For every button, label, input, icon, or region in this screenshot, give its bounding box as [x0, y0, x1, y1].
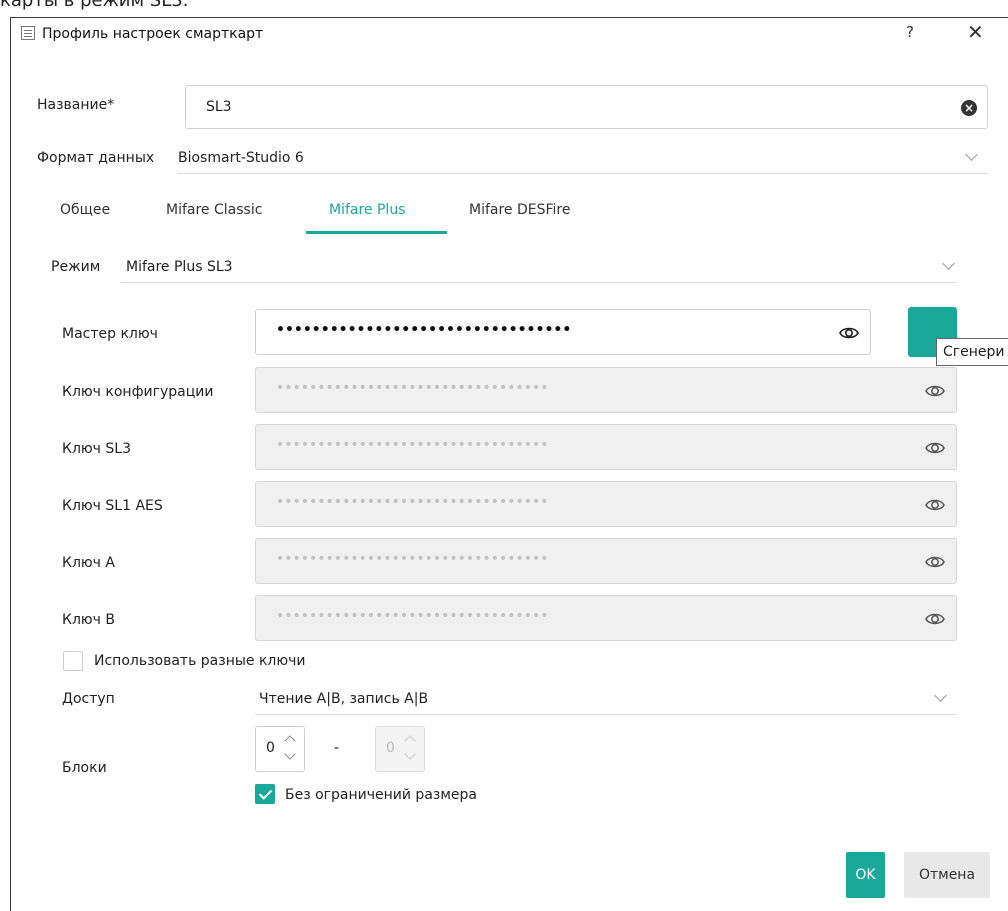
key-value: •••••••••••••••••••••••••••••••••: [276, 322, 572, 338]
eye-icon[interactable]: [924, 437, 946, 459]
sl3-key-field[interactable]: •••••••••••••••••••••••••••••••••: [255, 424, 957, 470]
chevron-down-icon[interactable]: [284, 748, 296, 760]
key-value: •••••••••••••••••••••••••••••••••: [276, 380, 549, 396]
ok-button[interactable]: OK: [846, 852, 885, 898]
clear-icon[interactable]: ×: [961, 100, 977, 116]
tab-general[interactable]: Общее: [60, 202, 110, 218]
use-different-keys-label: Использовать разные ключи: [94, 653, 306, 669]
key-a-field[interactable]: •••••••••••••••••••••••••••••••••: [255, 538, 957, 584]
blocks-to-value: 0: [386, 740, 395, 756]
eye-icon[interactable]: [838, 322, 860, 344]
access-value: Чтение A|B, запись A|B: [259, 691, 429, 707]
close-button[interactable]: ✕: [967, 20, 984, 44]
unlimited-size-label: Без ограничений размера: [285, 787, 477, 803]
blocks-from-value: 0: [266, 740, 275, 756]
sl1-aes-key-field[interactable]: •••••••••••••••••••••••••••••••••: [255, 481, 957, 527]
key-b-field[interactable]: •••••••••••••••••••••••••••••••••: [255, 595, 957, 641]
chevron-up-icon: [404, 735, 416, 747]
blocks-separator: -: [334, 740, 340, 756]
key-value: •••••••••••••••••••••••••••••••••: [276, 608, 549, 624]
help-button[interactable]: ?: [906, 23, 914, 41]
chevron-up-icon[interactable]: [284, 735, 296, 747]
eye-icon[interactable]: [924, 551, 946, 573]
key-label-master: Мастер ключ: [62, 326, 158, 342]
access-label: Доступ: [62, 691, 115, 707]
key-value: •••••••••••••••••••••••••••••••••: [276, 437, 549, 453]
eye-icon[interactable]: [924, 380, 946, 402]
key-label-sl1-aes: Ключ SL1 AES: [62, 498, 163, 514]
eye-icon[interactable]: [924, 494, 946, 516]
format-value: Biosmart-Studio 6: [178, 150, 304, 166]
smartcard-profile-dialog: Профиль настроек смарткарт ? ✕ Название*…: [10, 17, 1008, 911]
format-select[interactable]: Biosmart-Studio 6: [178, 144, 988, 174]
key-label-sl3: Ключ SL3: [62, 441, 131, 457]
chevron-down-icon: [942, 257, 955, 270]
chevron-down-icon: [934, 689, 947, 702]
access-select[interactable]: Чтение A|B, запись A|B: [255, 685, 957, 715]
mode-select[interactable]: Mifare Plus SL3: [121, 253, 957, 283]
chevron-down-icon: [404, 748, 416, 760]
blocks-from-stepper[interactable]: 0: [255, 726, 305, 772]
key-label-b: Ключ B: [62, 612, 115, 628]
list-icon: [21, 26, 35, 40]
key-label-config: Ключ конфигурации: [62, 384, 214, 400]
chevron-down-icon: [965, 148, 978, 161]
titlebar: Профиль настроек смарткарт ? ✕: [11, 18, 1008, 51]
master-key-field[interactable]: •••••••••••••••••••••••••••••••••: [255, 309, 871, 355]
name-value: SL3: [206, 99, 232, 115]
mode-value: Mifare Plus SL3: [126, 259, 233, 275]
format-label: Формат данных: [37, 150, 155, 166]
cancel-button[interactable]: Отмена: [904, 852, 990, 898]
config-key-field[interactable]: •••••••••••••••••••••••••••••••••: [255, 367, 957, 413]
key-label-a: Ключ A: [62, 555, 115, 571]
mode-label: Режим: [51, 259, 101, 275]
blocks-label: Блоки: [62, 760, 107, 776]
unlimited-size-checkbox[interactable]: [255, 784, 275, 804]
active-tab-indicator: [306, 231, 447, 234]
key-value: •••••••••••••••••••••••••••••••••: [276, 551, 549, 567]
tab-mifare-plus[interactable]: Mifare Plus: [329, 202, 406, 218]
name-label: Название*: [37, 97, 115, 113]
key-value: •••••••••••••••••••••••••••••••••: [276, 494, 549, 510]
blocks-to-stepper[interactable]: 0: [375, 726, 425, 772]
name-input[interactable]: SL3 ×: [185, 85, 988, 129]
tab-mifare-desfire[interactable]: Mifare DESFire: [469, 202, 571, 218]
generate-tooltip: Сгенери: [936, 338, 1008, 366]
use-different-keys-checkbox[interactable]: [63, 651, 83, 671]
eye-icon[interactable]: [924, 608, 946, 630]
background-caption: карты в режим SL3.: [0, 0, 189, 11]
tab-mifare-classic[interactable]: Mifare Classic: [166, 202, 262, 218]
dialog-title: Профиль настроек смарткарт: [42, 26, 264, 42]
